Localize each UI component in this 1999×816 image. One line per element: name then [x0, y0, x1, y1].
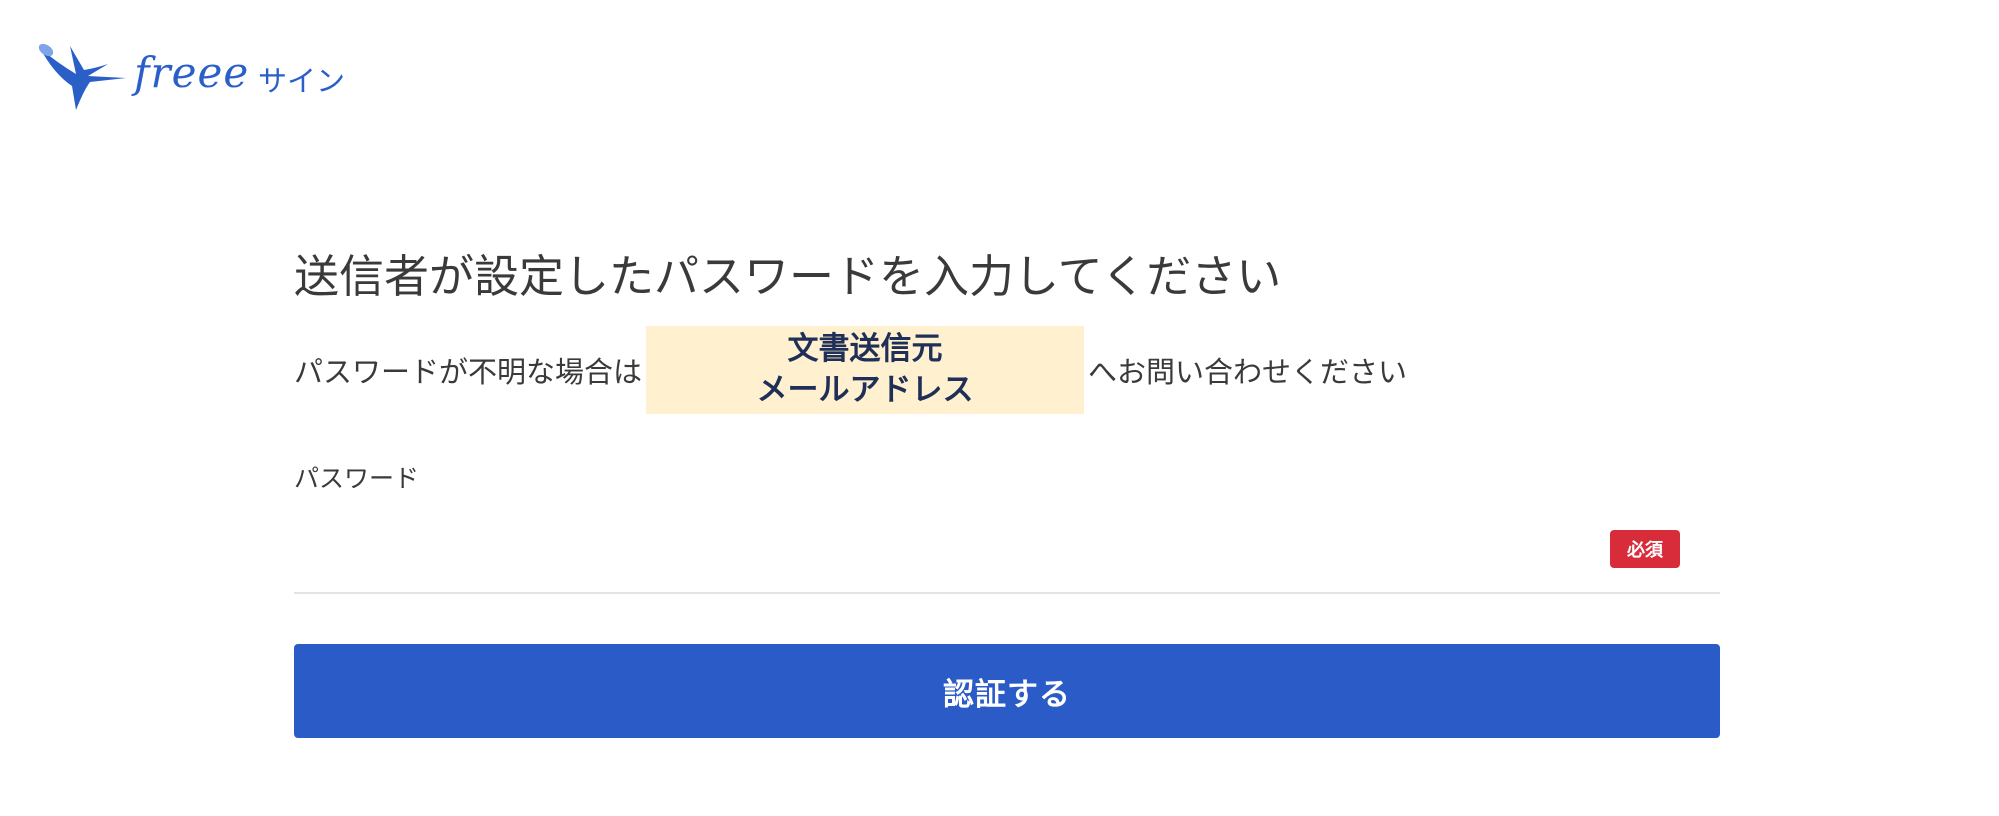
authenticate-button[interactable]: 認証する: [294, 644, 1720, 738]
swallow-logo-icon: [38, 43, 126, 110]
logo-sub: サイン: [258, 64, 346, 98]
freee-sign-logo: freee サイン: [36, 38, 345, 114]
password-input[interactable]: [294, 518, 1598, 592]
notice-prefix: パスワードが不明な場合は: [294, 355, 643, 389]
highlight-line-2: メールアドレス: [756, 372, 974, 408]
highlight-line-1: 文書送信元: [787, 331, 943, 367]
required-badge: 必須: [1610, 530, 1680, 568]
password-help-notice: パスワードが不明な場合は 文書送信元 メールアドレス へお問い合わせください: [294, 326, 1407, 414]
password-label: パスワード: [294, 464, 420, 493]
password-field-row: 必須: [294, 518, 1720, 594]
notice-suffix: へお問い合わせください: [1088, 355, 1408, 389]
page-title: 送信者が設定したパスワードを入力してください: [294, 250, 1282, 303]
sender-email-highlight: 文書送信元 メールアドレス: [646, 326, 1085, 414]
logo-text: freee: [134, 48, 250, 97]
